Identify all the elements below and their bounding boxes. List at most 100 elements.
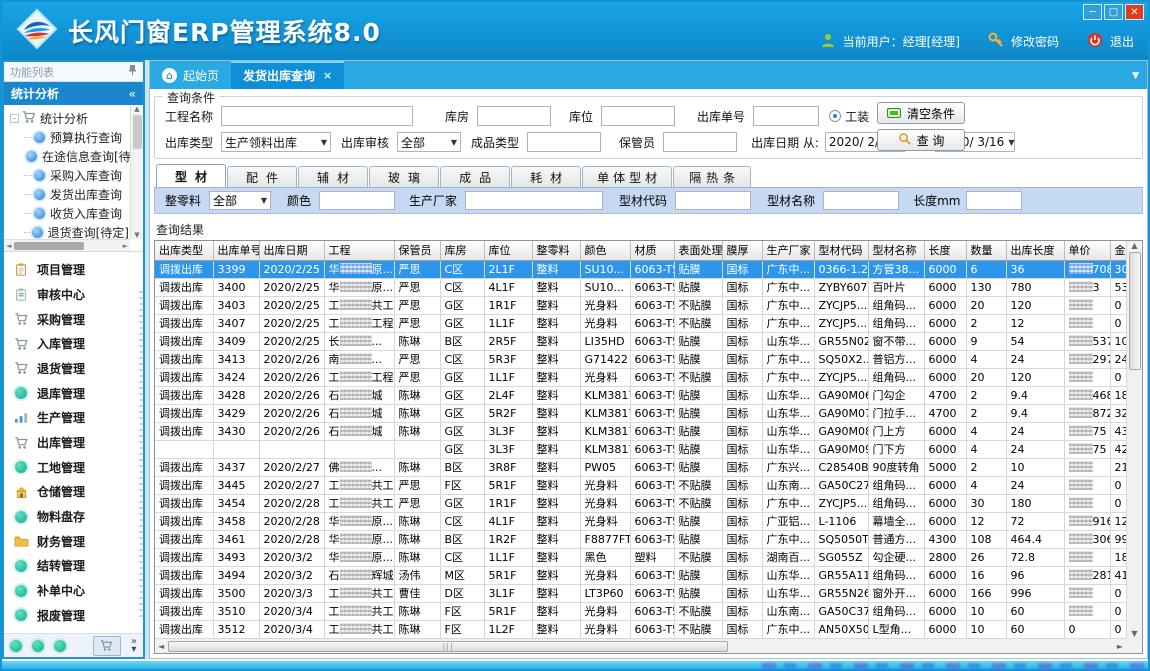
table-row[interactable]: 调拨出库34452020/2/27工共工程严思F区5R1F整料光身料6063-T… [155,476,1126,494]
search-button[interactable]: 查 询 [877,129,965,151]
vertical-scrollbar[interactable]: ▲ ▼ [1126,241,1142,638]
column-header[interactable]: 整零料 [532,241,580,260]
tree-expander-icon[interactable]: - [10,114,19,123]
material-tab-耗材[interactable]: 耗材 [511,166,581,187]
profile-name-input[interactable] [823,191,899,210]
table-row[interactable]: 调拨出库34372020/2/27佛...陈琳B区3R8F整料PW056063-… [155,458,1126,476]
table-row[interactable]: 调拨出库34292020/2/26石城陈琳G区5R2F整料KLM38176063… [155,404,1126,422]
sidebar-item-生产管理[interactable]: 生产管理 [13,409,143,427]
scrollbar-thumb[interactable]: ||| [168,641,728,652]
table-row[interactable]: 调拨出库34092020/2/25长...陈琳B区2R5F整料LI35HD606… [155,332,1126,350]
table-row[interactable]: 调拨出库35122020/3/4工共工程陈琳F区1L2F整料光身料6063-T5… [155,620,1126,638]
sidebar-item-物料盘存[interactable]: 物料盘存 [13,508,143,526]
scroll-right-icon[interactable]: ► [1117,642,1123,651]
column-header[interactable]: 金 [1110,241,1126,260]
column-header[interactable]: 数量 [966,241,1006,260]
tree-root[interactable]: - 统计分析 [10,108,129,128]
scroll-down-icon[interactable]: ▼ [1131,629,1137,638]
column-header[interactable]: 库房 [440,241,484,260]
horizontal-scrollbar[interactable]: ◄ ||| ► [155,638,1126,653]
sidebar-item-退库管理[interactable]: 退库管理 [13,384,143,402]
manufacturer-input[interactable] [465,191,603,210]
material-tab-玻璃[interactable]: 玻璃 [369,166,439,187]
circle-icon[interactable] [32,640,44,652]
tab-home[interactable]: ⌂ 起始页 [150,61,231,89]
material-tab-成品[interactable]: 成品 [440,166,510,187]
scrollbar-thumb[interactable] [1129,252,1141,370]
scroll-down-icon[interactable]: ▼ [134,231,139,239]
collapse-icon[interactable]: « [129,87,136,101]
cart-button[interactable] [93,636,121,656]
project-name-input[interactable] [221,106,413,126]
sidebar-resize-grip[interactable] [139,287,143,617]
column-header[interactable]: 表面处理 [674,241,722,260]
column-header[interactable]: 出库长度 [1006,241,1064,260]
column-header[interactable]: 颜色 [580,241,630,260]
material-tab-隔热条[interactable]: 隔热条 [673,166,751,187]
sidebar-item-采购管理[interactable]: 采购管理 [13,310,143,328]
column-header[interactable]: 出库单号 [213,241,259,260]
table-row[interactable]: 调拨出库34002020/2/25华原...严思C区4L1F整料SU10...6… [155,278,1126,296]
scroll-right-icon[interactable]: ► [123,242,128,250]
column-header[interactable]: 单价 [1064,241,1110,260]
table-row[interactable]: 调拨出库33992020/2/25华原...严思C区2L1F整料SU10...6… [155,260,1126,278]
tab-shipment-query[interactable]: 发货出库查询 × [231,61,344,89]
table-row[interactable]: 调拨出库34942020/3/2石辉城汤伟M区5R1F整料光身料6063-T5贴… [155,566,1126,584]
tree-item[interactable]: 预算执行查询 [10,128,129,147]
tree-item[interactable]: 采购入库查询 [10,166,129,185]
column-header[interactable]: 材质 [630,241,674,260]
column-header[interactable]: 库位 [484,241,532,260]
table-row[interactable]: 调拨出库34072020/2/25工工程严思G区1L1F整料光身料6063-T5… [155,314,1126,332]
scroll-left-icon[interactable]: ◄ [6,242,11,250]
tree-item[interactable]: 收货入库查询 [10,204,129,223]
column-header[interactable]: 出库日期 [259,241,324,260]
circle-icon[interactable] [54,640,66,652]
location-input[interactable] [601,106,675,126]
column-header[interactable]: 保管员 [394,241,440,260]
product-type-input[interactable] [527,132,601,152]
more-chevron-icon[interactable]: »▾ [131,638,137,654]
table-row[interactable]: 调拨出库34932020/3/2华原...陈琳C区1L1F整料黑色塑料不贴膜国标… [155,548,1126,566]
column-header[interactable]: 型材名称 [868,241,924,260]
scroll-up-icon[interactable]: ▲ [1131,241,1137,250]
material-tab-单体型材[interactable]: 单体型材 [582,166,672,187]
maximize-button[interactable]: □ [1104,4,1123,20]
sidebar-item-项目管理[interactable]: 项目管理 [13,261,143,279]
column-header[interactable]: 膜厚 [722,241,762,260]
change-password-link[interactable]: 修改密码 [1011,33,1059,50]
circle-icon[interactable] [10,640,22,652]
sidebar-item-仓储管理[interactable]: 仓储管理 [13,483,143,501]
sidebar-item-出库管理[interactable]: 出库管理 [13,434,143,452]
table-row[interactable]: 调拨出库34282020/2/26石城陈琳G区2L4F整料KLM38176063… [155,386,1126,404]
table-row[interactable]: 调拨出库34242020/2/26工工程严思G区1L1F整料光身料6063-T5… [155,368,1126,386]
sidebar-item-报废管理[interactable]: 报废管理 [13,606,143,624]
table-row[interactable]: 调拨出库34612020/2/28华原...陈琳B区1R2F整料F8877FT6… [155,530,1126,548]
scroll-left-icon[interactable]: ◄ [158,642,164,651]
sidebar-item-结转管理[interactable]: 结转管理 [13,557,143,575]
length-input[interactable] [966,191,1022,210]
material-tab-型材[interactable]: 型材 [156,164,226,187]
keeper-input[interactable] [663,132,737,152]
material-tab-配件[interactable]: 配件 [227,166,297,187]
tree-horizontal-scrollbar[interactable]: ◄ ► [4,239,130,251]
sidebar-item-财务管理[interactable]: 财务管理 [13,532,143,550]
clear-conditions-button[interactable]: 清空条件 [877,102,965,124]
material-tab-辅材[interactable]: 辅材 [298,166,368,187]
table-row[interactable]: 调拨出库34542020/2/28工共工程严思G区1R1F整料光身料6063-T… [155,494,1126,512]
tab-list-caret-icon[interactable]: ▼ [1132,71,1139,81]
column-header[interactable]: 工程 [324,241,394,260]
profile-code-input[interactable] [675,191,751,210]
audit-select[interactable]: 全部▼ [397,132,461,152]
order-no-input[interactable] [753,106,819,126]
scroll-up-icon[interactable]: ▲ [134,105,139,113]
column-header[interactable]: 生产厂家 [762,241,814,260]
pin-icon[interactable] [128,64,137,79]
whole-part-select[interactable]: 全部▼ [209,191,271,210]
column-header[interactable]: 出库类型 [155,241,213,260]
sidebar-item-退货管理[interactable]: 退货管理 [13,359,143,377]
logout-link[interactable]: 退出 [1110,33,1134,50]
color-input[interactable] [319,191,395,210]
scrollbar-thumb[interactable] [14,242,84,250]
sidebar-item-入库管理[interactable]: 入库管理 [13,335,143,353]
table-row[interactable]: 调拨出库35002020/3/3工共工程曹佳D区3L1F整料LT3P606063… [155,584,1126,602]
